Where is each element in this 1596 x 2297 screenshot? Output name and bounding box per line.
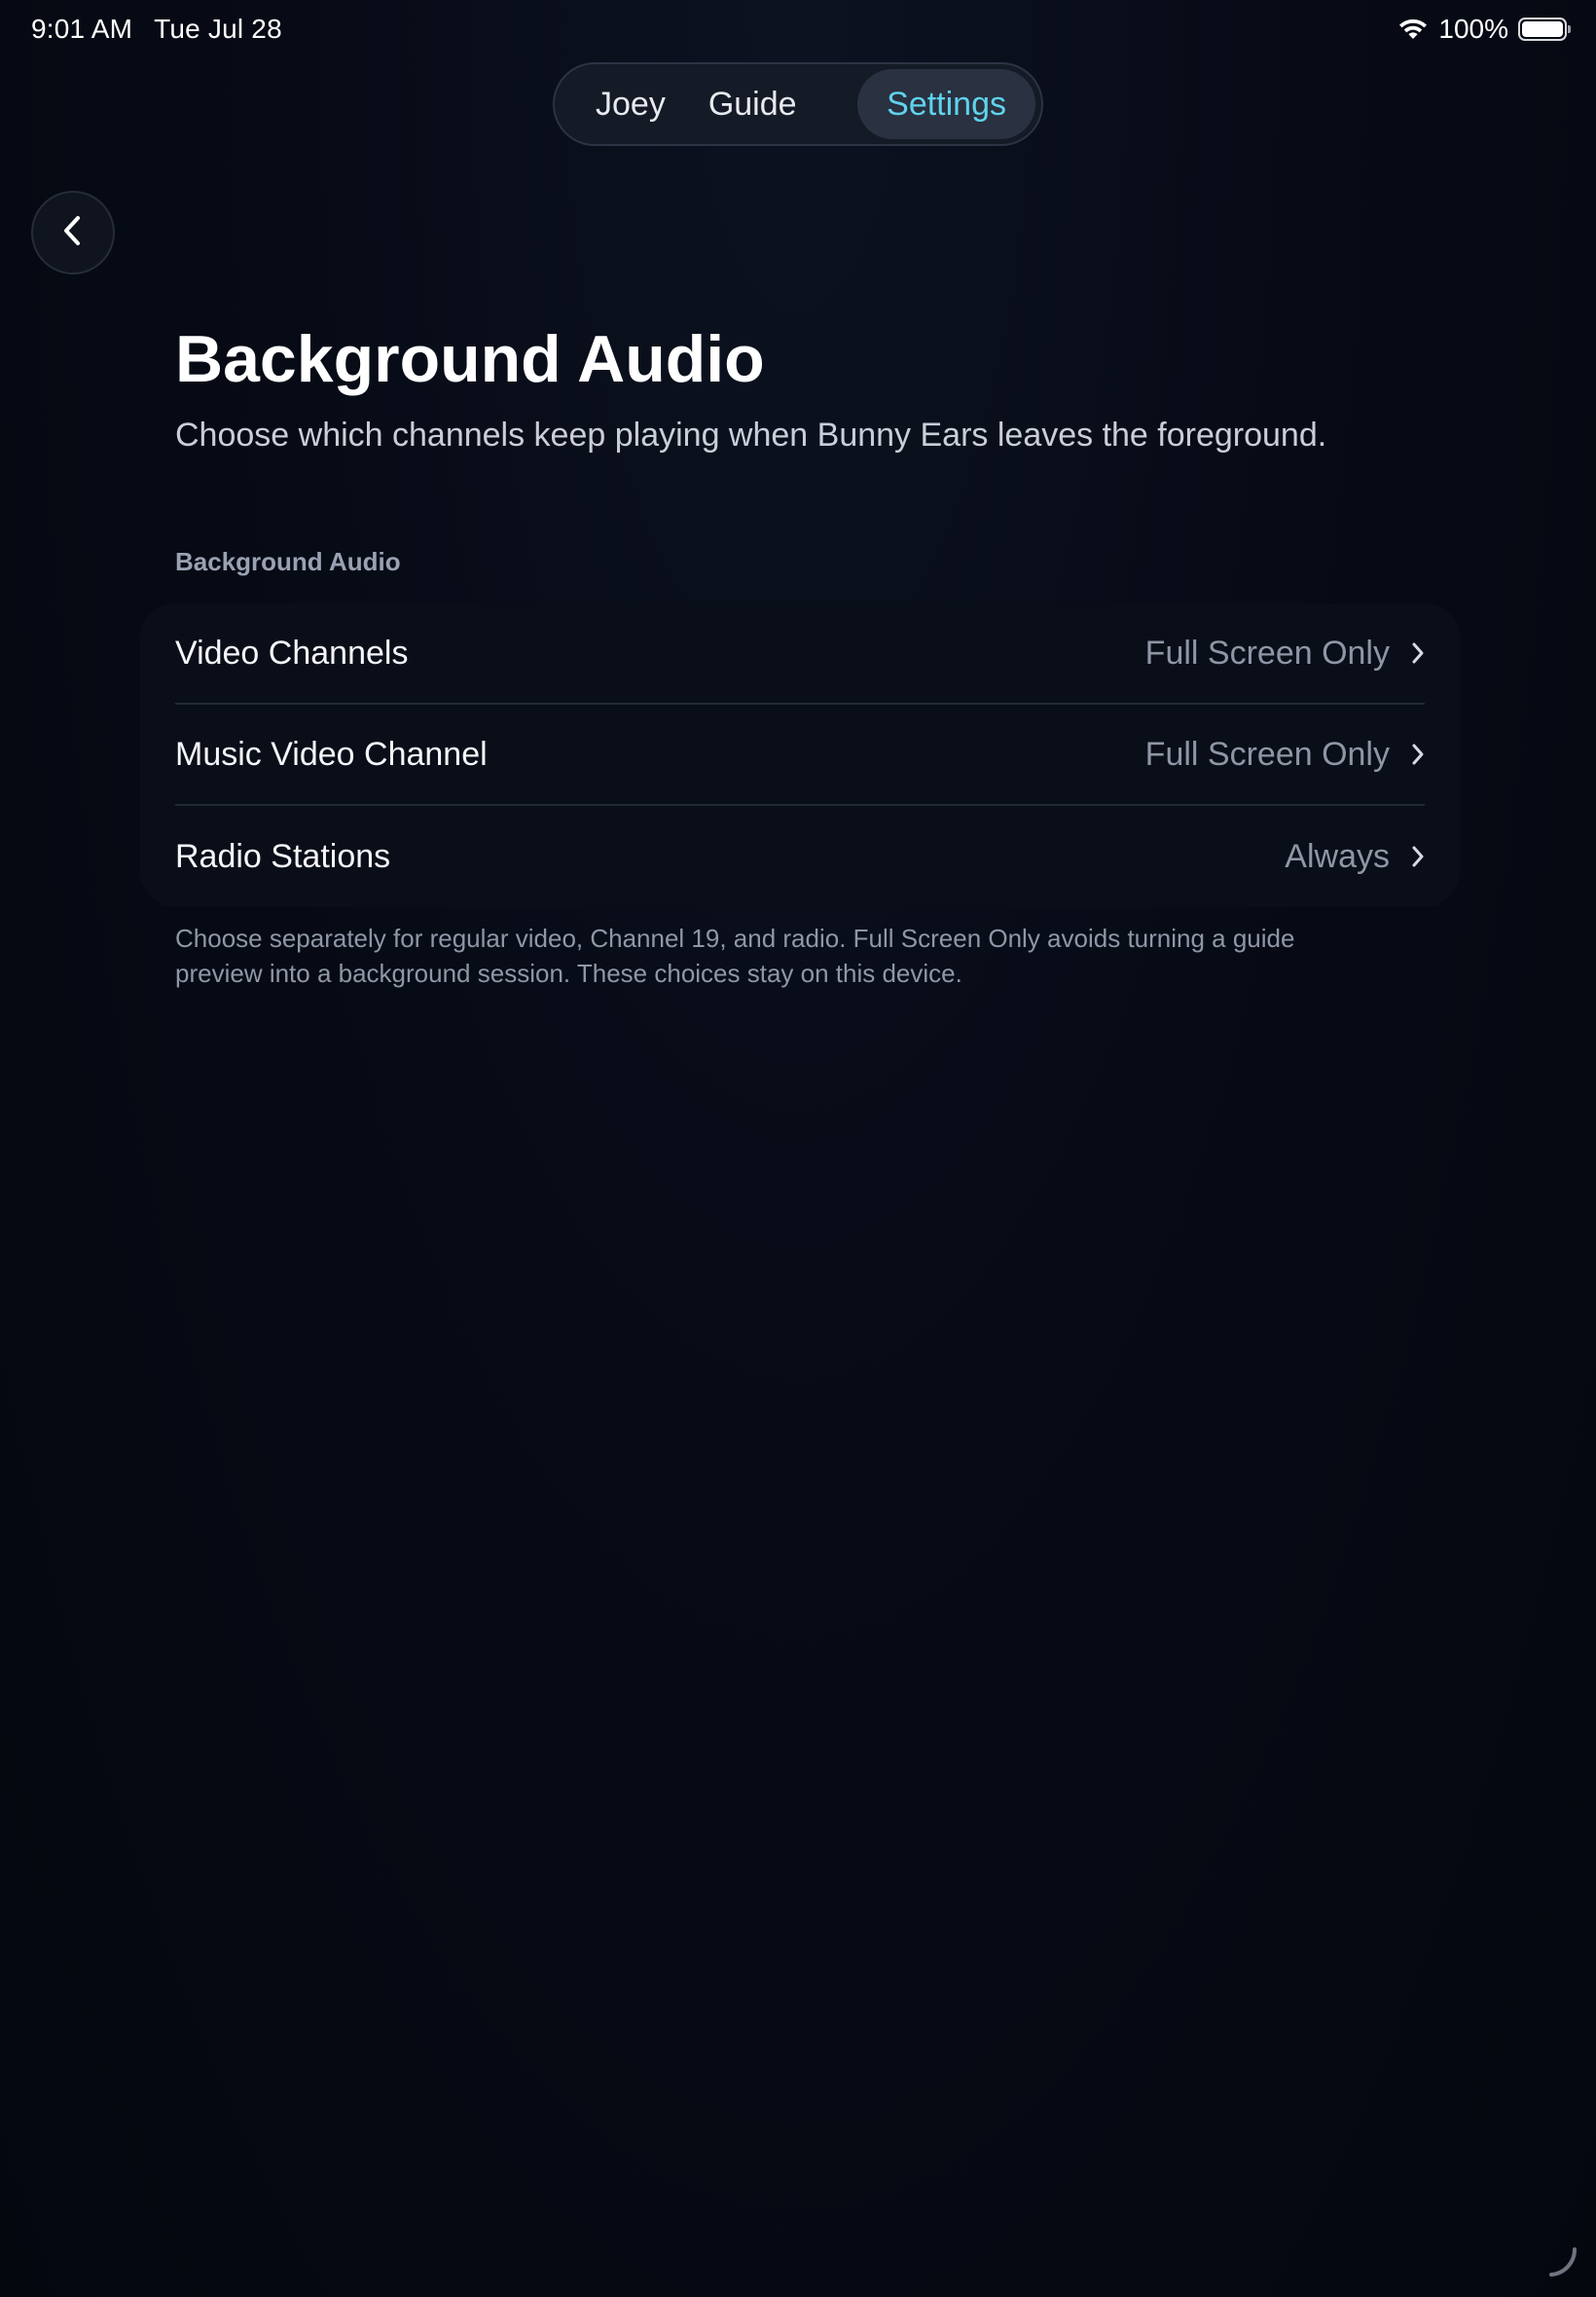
page-subtitle: Choose which channels keep playing when … <box>175 417 1327 454</box>
tab-joey[interactable]: Joey <box>574 69 687 139</box>
status-time-date: 9:01 AM Tue Jul 28 <box>31 14 282 45</box>
back-button[interactable] <box>31 191 115 274</box>
status-bar: 9:01 AM Tue Jul 28 100% <box>0 0 1596 60</box>
section-header: Background Audio <box>175 547 401 576</box>
status-date: Tue Jul 28 <box>154 14 282 44</box>
wifi-icon <box>1397 18 1429 41</box>
chevron-right-icon <box>1411 641 1425 665</box>
chevron-right-icon <box>1411 845 1425 868</box>
chevron-right-icon <box>1411 743 1425 766</box>
settings-card: Video Channels Full Screen Only Music Vi… <box>140 603 1460 907</box>
corner-indicator-icon <box>1545 2245 1578 2283</box>
setting-label: Radio Stations <box>175 837 391 875</box>
setting-value: Always <box>1285 837 1390 875</box>
section-footer-note: Choose separately for regular video, Cha… <box>175 924 1295 988</box>
tab-settings[interactable]: Settings <box>857 69 1035 139</box>
setting-row-music-video-channel[interactable]: Music Video Channel Full Screen Only <box>175 705 1425 806</box>
setting-row-radio-stations[interactable]: Radio Stations Always <box>175 806 1425 907</box>
battery-icon <box>1518 18 1571 41</box>
top-tab-switcher: Joey Guide Settings <box>553 62 1043 146</box>
battery-percent: 100% <box>1438 14 1508 44</box>
setting-label: Music Video Channel <box>175 735 488 773</box>
status-time: 9:01 AM <box>31 14 133 44</box>
chevron-left-icon <box>61 214 85 252</box>
tab-guide[interactable]: Guide <box>687 69 818 139</box>
setting-value: Full Screen Only <box>1144 634 1390 672</box>
setting-value: Full Screen Only <box>1144 735 1390 773</box>
setting-row-video-channels[interactable]: Video Channels Full Screen Only <box>175 603 1425 705</box>
status-indicators: 100% <box>1397 14 1571 45</box>
setting-label: Video Channels <box>175 634 409 672</box>
page-title: Background Audio <box>175 322 765 396</box>
